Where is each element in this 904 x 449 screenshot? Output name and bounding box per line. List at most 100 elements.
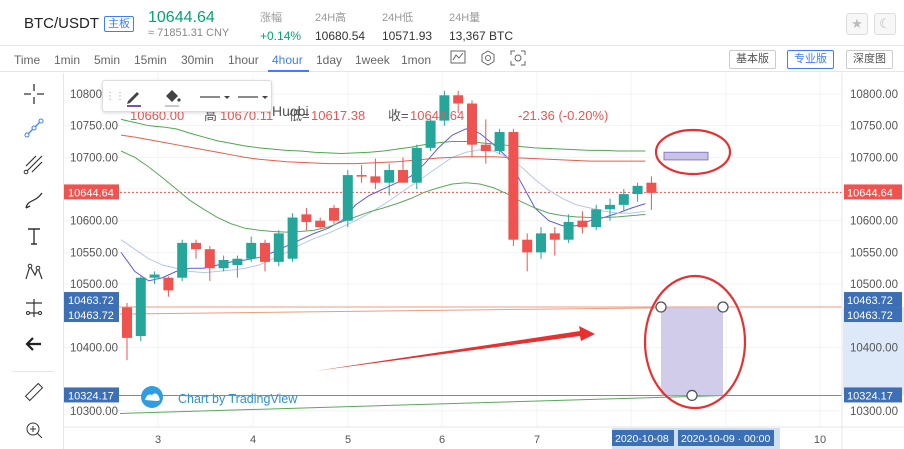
candle-body <box>494 132 505 152</box>
time-tick-label: 7 <box>534 434 540 446</box>
tf-1min[interactable]: 1min <box>54 53 80 67</box>
price-tick-label-left: 10550.00 <box>70 247 118 259</box>
legend-low: 10617.38 <box>311 108 365 123</box>
tradingview-watermark[interactable]: Chart by TradingView <box>141 386 298 408</box>
candle-body <box>563 221 574 240</box>
candle-body <box>356 175 367 177</box>
pro-view-button[interactable]: 专业版 <box>787 50 834 69</box>
tf-15min[interactable]: 15min <box>134 53 167 67</box>
candle-body <box>260 242 270 262</box>
candle-body <box>342 175 353 221</box>
price-badge-right-text: 10644.64 <box>847 187 893 199</box>
price-badge-right-text: 10463.72 <box>847 310 893 322</box>
candle-body <box>246 242 257 259</box>
price-badge-right-text: 10324.17 <box>847 390 893 402</box>
candle-body <box>577 220 588 228</box>
candle-body <box>122 307 132 338</box>
stat-value: +0.14% <box>260 29 302 43</box>
price-tick-label-left: 10300.00 <box>70 406 118 418</box>
tf-4hour[interactable]: 4hour <box>272 53 303 67</box>
candle-body <box>218 259 229 269</box>
drawing-handle <box>655 301 667 313</box>
time-cursor-label: 2020-10-09 · 00:00 <box>681 433 770 445</box>
candle-body <box>605 204 615 210</box>
candle-body <box>632 185 643 195</box>
moving-averages <box>120 118 646 282</box>
candle-body <box>273 233 284 262</box>
candle-body <box>301 214 312 222</box>
annotation-arrow <box>315 326 595 371</box>
price-tick-label: 10300.00 <box>850 406 898 418</box>
time-axis: 3456789102020-10-082020-10-09 · 00:00 <box>64 426 904 449</box>
tf-5min[interactable]: 5min <box>94 53 120 67</box>
price-tick-label-left: 10400.00 <box>70 342 118 354</box>
candle-body <box>232 258 243 266</box>
price-tick-label-left: 10750.00 <box>70 121 118 133</box>
tf-1day[interactable]: 1day <box>316 53 342 67</box>
line-width-dropdown[interactable] <box>235 87 271 107</box>
time-tick-label: 10 <box>814 434 826 446</box>
settings-icon[interactable] <box>478 50 498 68</box>
price-chart[interactable]: 10800.0010750.0010700.0010650.0010600.00… <box>0 73 904 449</box>
candle-body <box>536 233 546 253</box>
moving-average-line <box>120 150 646 233</box>
rectangle-drawing <box>661 307 723 396</box>
tf-time[interactable]: Time <box>14 53 40 67</box>
price-badge-left-text: 10463.72 <box>68 295 114 307</box>
rectangle-drawing <box>663 151 709 161</box>
price-badge-left-text: 10324.17 <box>68 390 114 402</box>
stat-value: 10571.93 <box>382 29 433 43</box>
time-tick-label: 5 <box>345 434 351 446</box>
indicator-icon[interactable] <box>448 50 468 68</box>
price-badge-left-text: 10644.64 <box>68 187 114 199</box>
drag-handle-icon[interactable]: ⋮⋮ <box>105 87 125 107</box>
stat-low: 24H低 10571.93 <box>382 9 432 43</box>
price-tick-label: 10800.00 <box>850 89 898 101</box>
symbol-header: BTC/USDT 主板 10644.64 ≈ 71851.31 CNY 涨幅 +… <box>0 0 904 46</box>
price-tick-label: 10550.00 <box>850 247 898 259</box>
price-tick-label-left: 10600.00 <box>70 216 118 228</box>
tf-30min[interactable]: 30min <box>181 53 214 67</box>
board-tag: 主板 <box>104 16 134 32</box>
stat-high: 24H高 10680.54 <box>315 9 365 43</box>
candle-body <box>425 120 436 148</box>
pair-name[interactable]: BTC/USDT <box>24 15 99 32</box>
drawing-format-bar: ⋮⋮ <box>102 80 272 112</box>
price-tick-label: 10750.00 <box>850 121 898 133</box>
candle-body <box>191 242 201 250</box>
tf-1hour[interactable]: 1hour <box>228 53 259 67</box>
candle-body <box>204 249 215 269</box>
candle-body <box>480 144 491 152</box>
price-tick-label-left: 10500.00 <box>70 279 118 291</box>
candle-body <box>315 220 326 228</box>
candle-body <box>508 132 519 240</box>
moon-icon[interactable]: ☾ <box>874 13 896 35</box>
stat-label: 24H量 <box>449 12 481 24</box>
candle-body <box>549 233 560 240</box>
last-price: 10644.64 <box>148 9 215 26</box>
price-tick-label-left: 10700.00 <box>70 152 118 164</box>
legend-close: 10644.64 <box>410 108 464 123</box>
price-badge-left-text: 10463.72 <box>68 310 114 322</box>
stat-label: 24H低 <box>382 12 414 24</box>
legend-close-label: 收= <box>388 108 409 123</box>
star-icon[interactable]: ★ <box>846 13 868 35</box>
moving-average-line <box>120 149 646 274</box>
pencil-icon[interactable] <box>121 87 147 107</box>
fill-bucket-icon[interactable] <box>159 87 185 107</box>
screenshot-icon[interactable] <box>508 50 528 68</box>
legend-change: -21.36 (-0.20%) <box>518 108 608 123</box>
candle-body <box>618 194 629 205</box>
candle-body <box>646 182 657 193</box>
candle-body <box>135 277 146 336</box>
chart-toolbar: Time 1min 5min 15min 30min 1hour 4hour 1… <box>0 47 904 72</box>
line-style-dropdown[interactable] <box>197 87 233 107</box>
price-tick-label: 10500.00 <box>850 279 898 291</box>
tf-1week[interactable]: 1week <box>355 53 390 67</box>
time-tick-label: 4 <box>250 434 256 446</box>
basic-view-button[interactable]: 基本版 <box>729 50 776 69</box>
tf-1mon[interactable]: 1mon <box>401 53 431 67</box>
stat-change: 涨幅 +0.14% <box>260 9 301 43</box>
depth-view-button[interactable]: 深度图 <box>846 50 893 69</box>
active-timeframe-underline <box>268 70 309 72</box>
